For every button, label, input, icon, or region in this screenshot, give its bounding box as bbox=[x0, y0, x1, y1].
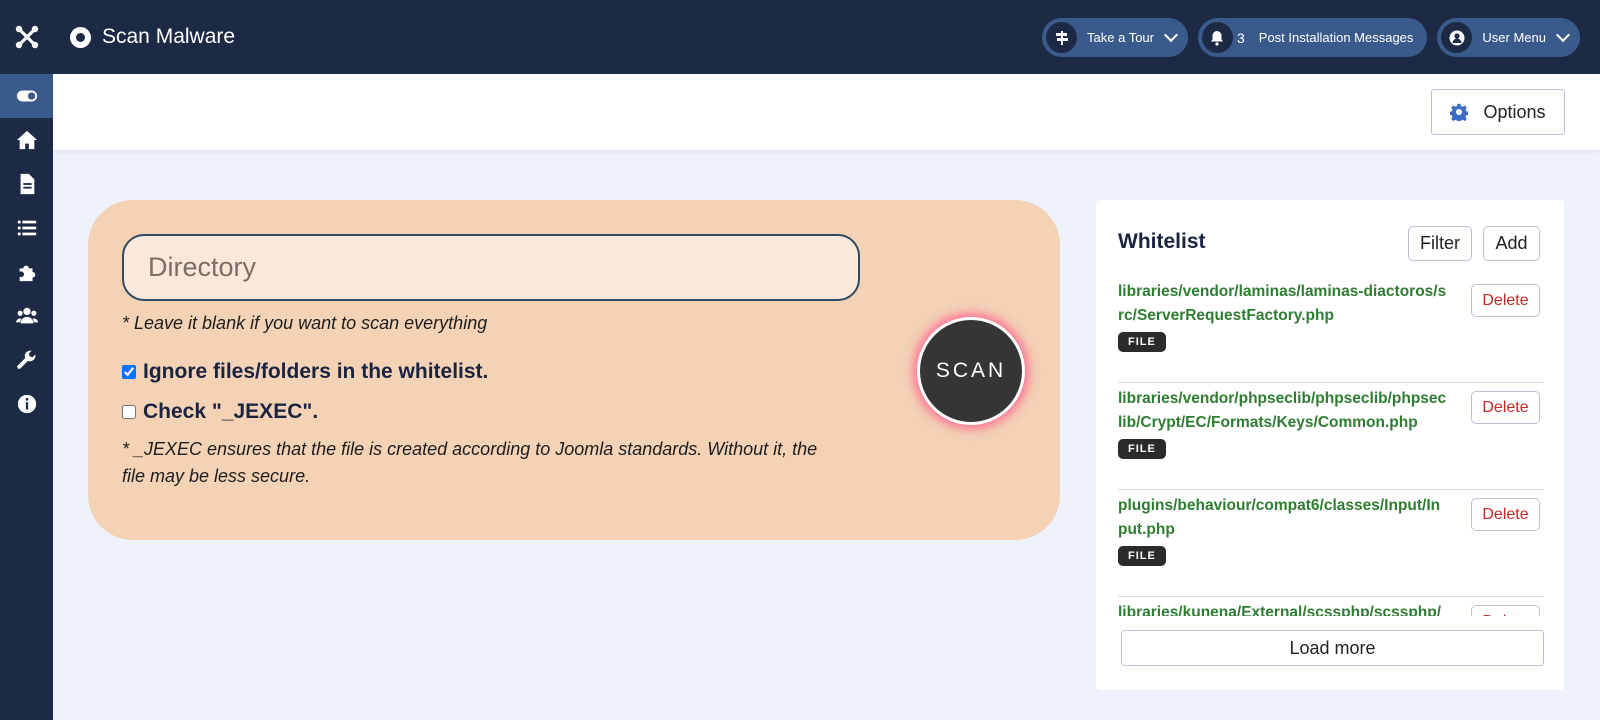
check-jexec-option[interactable]: Check "_JEXEC". bbox=[122, 400, 318, 424]
whitelist-path[interactable]: plugins/behaviour/compat6/classes/Input/… bbox=[1118, 494, 1448, 542]
list-item: plugins/behaviour/compat6/classes/Input/… bbox=[1118, 490, 1544, 597]
sidebar-item-users[interactable] bbox=[0, 294, 53, 338]
wrench-icon bbox=[16, 350, 35, 369]
file-badge: FILE bbox=[1118, 546, 1166, 566]
whitelist-panel: Whitelist Filter Add libraries/vendor/la… bbox=[1096, 200, 1564, 690]
user-icon bbox=[1441, 22, 1473, 53]
check-jexec-checkbox[interactable] bbox=[122, 405, 136, 419]
take-a-tour-label: Take a Tour bbox=[1087, 30, 1154, 45]
notification-count: 3 bbox=[1236, 29, 1245, 46]
load-more-button[interactable]: Load more bbox=[1121, 630, 1544, 666]
joomla-logo-icon[interactable] bbox=[0, 0, 53, 74]
signpost-icon bbox=[1046, 22, 1078, 53]
sidebar-item-content[interactable] bbox=[0, 162, 53, 206]
post-installation-messages-label: Post Installation Messages bbox=[1258, 30, 1414, 45]
whitelist-path[interactable]: libraries/vendor/phpseclib/phpseclib/php… bbox=[1118, 387, 1448, 435]
sidebar-item-help[interactable] bbox=[0, 382, 53, 426]
file-badge: FILE bbox=[1118, 439, 1166, 459]
ignore-whitelist-checkbox[interactable] bbox=[122, 365, 136, 379]
sidebar-item-system[interactable] bbox=[0, 338, 53, 382]
sidebar-item-toggle[interactable] bbox=[0, 74, 53, 118]
ignore-whitelist-option[interactable]: Ignore files/folders in the whitelist. bbox=[122, 360, 488, 384]
toolbar: Options bbox=[53, 74, 1600, 150]
puzzle-icon bbox=[19, 265, 35, 282]
chevron-down-icon bbox=[1555, 27, 1571, 43]
whitelist-path[interactable]: libraries/vendor/laminas/laminas-diactor… bbox=[1118, 280, 1448, 328]
add-button[interactable]: Add bbox=[1483, 226, 1540, 261]
home-icon bbox=[16, 130, 37, 150]
target-icon bbox=[70, 26, 91, 48]
list-icon bbox=[17, 220, 36, 236]
whitelist-path[interactable]: libraries/kunena/External/scssphp/scssph… bbox=[1118, 601, 1448, 616]
filter-button[interactable]: Filter bbox=[1408, 226, 1472, 261]
toggle-icon bbox=[16, 90, 37, 102]
user-menu-button[interactable]: User Menu bbox=[1437, 18, 1580, 57]
post-installation-messages-button[interactable]: 3 Post Installation Messages bbox=[1197, 18, 1428, 57]
delete-button[interactable]: Delete bbox=[1471, 284, 1540, 317]
sidebar-item-home[interactable] bbox=[0, 118, 53, 162]
blank-hint: * Leave it blank if you want to scan eve… bbox=[122, 313, 488, 333]
sidebar-item-menus[interactable] bbox=[0, 206, 53, 250]
scan-button[interactable]: SCAN bbox=[917, 317, 1025, 425]
file-icon bbox=[20, 173, 34, 195]
header: Scan Malware Take a Tour 3 Post Installa… bbox=[53, 0, 1600, 74]
directory-input[interactable] bbox=[122, 234, 860, 301]
scan-panel: * Leave it blank if you want to scan eve… bbox=[88, 200, 1060, 540]
whitelist-title: Whitelist bbox=[1118, 230, 1206, 253]
options-button[interactable]: Options bbox=[1431, 89, 1565, 135]
list-item: libraries/vendor/phpseclib/phpseclib/php… bbox=[1118, 383, 1544, 490]
page-title-wrap: Scan Malware bbox=[70, 25, 235, 49]
options-label: Options bbox=[1483, 101, 1546, 122]
list-item: libraries/vendor/laminas/laminas-diactor… bbox=[1118, 276, 1544, 383]
delete-button[interactable]: Delete bbox=[1471, 498, 1540, 531]
chevron-down-icon bbox=[1163, 27, 1179, 43]
file-badge: FILE bbox=[1118, 332, 1166, 352]
delete-button[interactable]: Delete bbox=[1471, 391, 1540, 424]
info-icon bbox=[17, 394, 36, 414]
take-a-tour-button[interactable]: Take a Tour bbox=[1042, 18, 1188, 57]
whitelist-list[interactable]: libraries/vendor/laminas/laminas-diactor… bbox=[1118, 276, 1544, 616]
sidebar-item-components[interactable] bbox=[0, 250, 53, 294]
ignore-whitelist-label: Ignore files/folders in the whitelist. bbox=[143, 360, 489, 383]
page-title: Scan Malware bbox=[102, 25, 236, 48]
jexec-hint: * _JEXEC ensures that the file is create… bbox=[122, 439, 818, 486]
sidebar bbox=[0, 0, 53, 720]
delete-button[interactable]: Delete bbox=[1471, 605, 1540, 616]
gear-icon bbox=[1450, 103, 1469, 121]
check-jexec-label: Check "_JEXEC". bbox=[143, 400, 319, 423]
list-item: libraries/kunena/External/scssphp/scssph… bbox=[1118, 597, 1544, 616]
user-menu-label: User Menu bbox=[1482, 30, 1546, 45]
bell-icon bbox=[1201, 22, 1233, 53]
users-icon bbox=[15, 307, 38, 324]
